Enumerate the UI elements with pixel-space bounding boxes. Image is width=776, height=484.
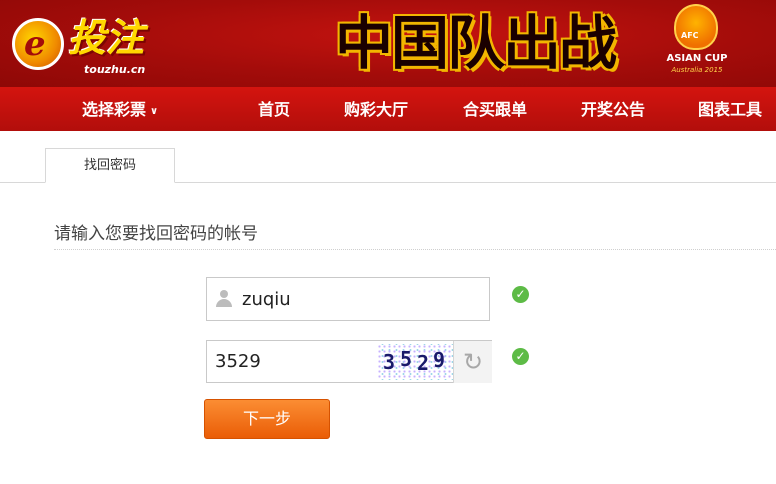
user-icon: [215, 290, 233, 308]
captcha-input[interactable]: 3529: [215, 341, 261, 383]
site-logo[interactable]: e 投注 touzhu.cn: [6, 6, 176, 82]
page: e 投注 touzhu.cn 中国队出战 AFC ASIAN CUP Austr…: [0, 0, 776, 484]
banner-title: 中国队出战: [335, 9, 617, 77]
main-nav: 选择彩票 ∨ 首页 购彩大厅 合买跟单 开奖公告 图表工具: [0, 87, 776, 131]
afc-title: ASIAN CUP: [666, 53, 728, 64]
username-value: zuqiu: [242, 289, 291, 310]
nav-chart-tools[interactable]: 图表工具: [698, 87, 762, 131]
captcha-char: 5: [400, 347, 413, 371]
nav-home[interactable]: 首页: [258, 87, 290, 131]
site-header: e 投注 touzhu.cn 中国队出战 AFC ASIAN CUP Austr…: [0, 0, 776, 87]
nav-item-label: 选择彩票: [82, 100, 147, 119]
tab-recover-password[interactable]: 找回密码: [45, 148, 175, 183]
afc-emblem-icon: AFC: [674, 4, 718, 50]
captcha-char: 2: [417, 351, 430, 375]
logo-site-domain: touzhu.cn: [84, 63, 146, 76]
username-valid-check-icon: ✓: [512, 286, 529, 303]
refresh-icon[interactable]: ↻: [453, 341, 492, 383]
nav-select-lottery[interactable]: 选择彩票 ∨: [82, 87, 158, 131]
afc-subtitle: Australia 2015: [671, 66, 723, 74]
captcha-image[interactable]: 3 5 2 9: [377, 344, 453, 380]
afc-badge-text: AFC: [681, 31, 699, 40]
logo-emblem-icon: e: [12, 18, 64, 70]
prompt-divider: [54, 249, 776, 250]
next-step-button[interactable]: 下一步: [204, 399, 330, 439]
form-prompt: 请输入您要找回密码的帐号: [54, 224, 258, 244]
captcha-valid-check-icon: ✓: [512, 348, 529, 365]
captcha-field: 3529 3 5 2 9 ↻: [206, 340, 492, 383]
nav-lottery-hall[interactable]: 购彩大厅: [344, 87, 408, 131]
captcha-char: 9: [433, 348, 446, 372]
nav-group-buy[interactable]: 合买跟单: [463, 87, 527, 131]
nav-draw-results[interactable]: 开奖公告: [581, 87, 645, 131]
logo-text: 投注: [68, 15, 145, 60]
afc-asian-cup-logo: AFC ASIAN CUP Australia 2015: [664, 4, 730, 82]
username-input[interactable]: zuqiu: [206, 277, 490, 321]
chevron-down-icon: ∨: [150, 106, 159, 117]
captcha-char: 3: [383, 350, 396, 374]
